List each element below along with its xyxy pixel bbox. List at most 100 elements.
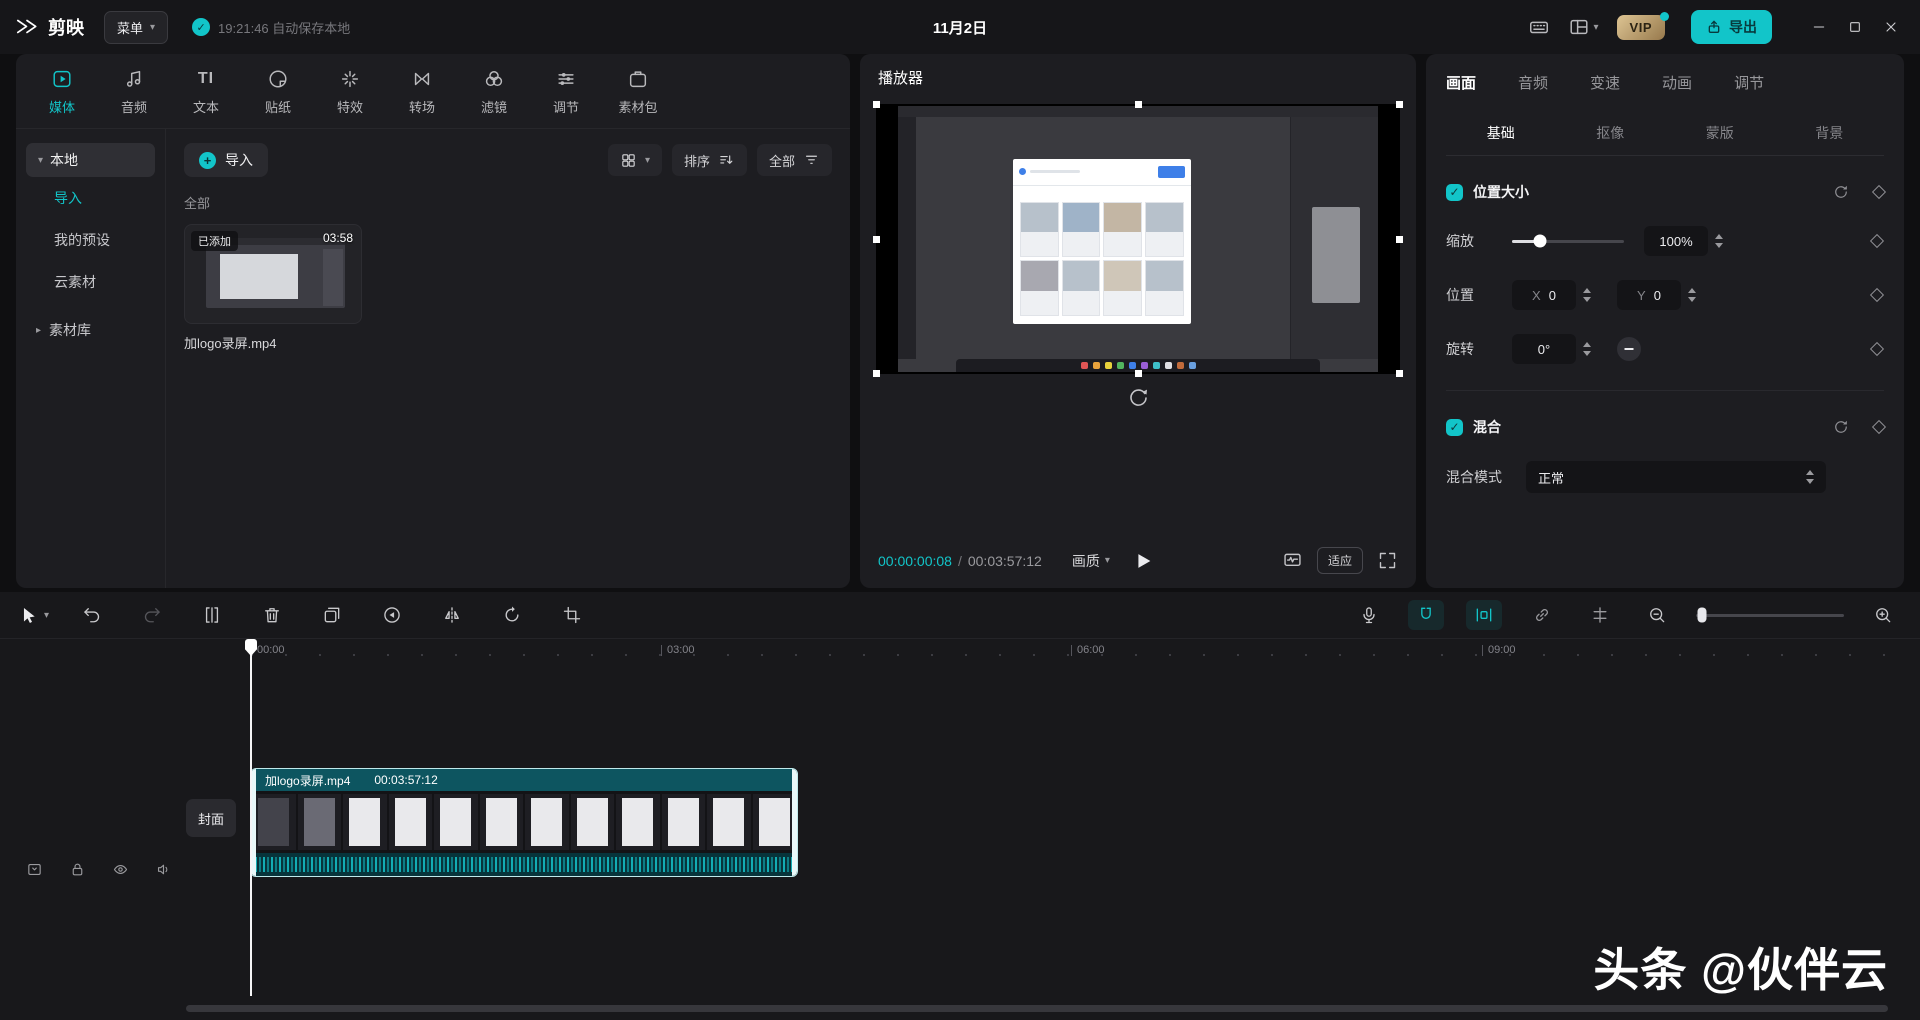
sidebar-item-presets[interactable]: 我的预设 [26,219,155,261]
maximize-button[interactable] [1840,12,1870,42]
tab-transition[interactable]: 转场 [386,62,458,122]
preview-axis-toggle[interactable] [1582,600,1618,630]
resize-handle[interactable] [1396,101,1403,108]
position-x-field[interactable]: X 0 [1512,280,1576,310]
scale-stepper[interactable] [1715,234,1723,248]
tab-sticker[interactable]: 贴纸 [242,62,314,122]
tab-picture[interactable]: 画面 [1446,72,1476,93]
rotate-stepper[interactable] [1583,342,1591,356]
auto-snap-toggle[interactable] [1466,600,1502,630]
tab-material-pack[interactable]: 素材包 [602,62,674,122]
clip-thumbnail[interactable]: 已添加 03:58 [184,224,362,324]
mirror-button[interactable] [435,598,469,632]
sort-button[interactable]: 排序 [672,144,747,176]
subtab-basic[interactable]: 基础 [1446,123,1556,143]
resize-handle[interactable] [1135,101,1142,108]
blend-mode-stepper[interactable] [1806,470,1814,484]
keyframe-diamond-icon[interactable] [1870,234,1884,248]
reset-icon[interactable] [1832,183,1850,201]
blend-mode-dropdown[interactable]: 正常 [1526,461,1826,493]
timeline-tracks[interactable]: 00:00 03:00 06:00 09:00 封面 加logo录屏.mp4 0… [0,639,1920,1020]
sidebar-item-library[interactable]: ▸ 素材库 [26,309,155,351]
tab-audio[interactable]: 音频 [98,62,170,122]
keyframe-diamond-icon[interactable] [1872,420,1886,434]
keyframe-diamond-icon[interactable] [1870,288,1884,302]
filter-all-button[interactable]: 全部 [757,144,832,176]
view-mode-dropdown[interactable]: ▾ [608,144,662,176]
tab-animation[interactable]: 动画 [1662,72,1692,93]
menu-button[interactable]: 菜单 ▾ [104,11,168,44]
resize-handle[interactable] [1135,370,1142,377]
tab-text[interactable]: TI 文本 [170,62,242,122]
vip-badge[interactable]: VIP [1617,15,1665,40]
subtab-mask[interactable]: 蒙版 [1665,123,1775,143]
playhead[interactable] [250,639,252,996]
zoom-slider-knob[interactable] [1698,608,1707,623]
close-button[interactable] [1876,12,1906,42]
scale-value-field[interactable]: 100% [1644,226,1708,256]
tab-adjust[interactable]: 调节 [530,62,602,122]
import-button[interactable]: + 导入 [184,143,268,177]
resize-handle[interactable] [873,370,880,377]
quality-dropdown[interactable]: 画质 ▾ [1072,551,1110,571]
tab-effects[interactable]: 特效 [314,62,386,122]
freeze-frame-button[interactable] [315,598,349,632]
preview-quality-icon[interactable] [1282,550,1303,571]
position-y-stepper[interactable] [1688,288,1696,302]
resize-handle[interactable] [1396,236,1403,243]
slider-knob[interactable] [1534,235,1547,248]
zoom-in-button[interactable] [1866,598,1900,632]
play-button[interactable] [1132,550,1154,572]
tab-media[interactable]: 媒体 [26,62,98,122]
layout-switch-button[interactable]: ▾ [1568,16,1599,38]
minimize-button[interactable] [1804,12,1834,42]
position-y-field[interactable]: Y 0 [1617,280,1681,310]
project-title[interactable]: 11月2日 [933,17,987,38]
rotate-button[interactable] [495,598,529,632]
split-button[interactable] [195,598,229,632]
crop-button[interactable] [555,598,589,632]
timeline-clip[interactable]: 加logo录屏.mp4 00:03:57:12 [251,769,797,876]
rotate-handle-icon[interactable] [1126,386,1150,410]
blend-checkbox[interactable]: ✓ [1446,419,1463,436]
keyframe-diamond-icon[interactable] [1870,342,1884,356]
reverse-button[interactable] [375,598,409,632]
rotate-knob[interactable] [1617,337,1641,361]
main-track-magnet-toggle[interactable] [1408,600,1444,630]
tab-speed[interactable]: 变速 [1590,72,1620,93]
time-ruler[interactable]: 00:00 03:00 06:00 09:00 [0,641,1920,665]
keyframe-diamond-icon[interactable] [1872,185,1886,199]
undo-button[interactable] [75,598,109,632]
sidebar-item-cloud[interactable]: 云素材 [26,261,155,303]
lock-track-icon[interactable] [69,861,86,878]
rotate-value-field[interactable]: 0° [1512,334,1576,364]
shortcuts-keyboard-icon[interactable] [1528,16,1550,38]
record-voiceover-button[interactable] [1352,598,1386,632]
collapse-track-icon[interactable] [26,861,43,878]
redo-button[interactable] [135,598,169,632]
position-x-stepper[interactable] [1583,288,1591,302]
linkage-toggle[interactable] [1524,600,1560,630]
horizontal-scrollbar[interactable] [186,1005,1888,1012]
tab-adjust-props[interactable]: 调节 [1734,72,1764,93]
mute-track-speaker-icon[interactable] [155,861,172,878]
tab-filter[interactable]: 滤镜 [458,62,530,122]
media-clip-card[interactable]: 已添加 03:58 加logo录屏.mp4 [184,224,362,352]
select-tool-dropdown[interactable]: ▾ [20,606,49,625]
scale-slider[interactable] [1512,240,1624,243]
timeline-zoom-slider[interactable] [1696,614,1844,617]
export-button[interactable]: 导出 [1691,10,1772,44]
position-size-checkbox[interactable]: ✓ [1446,184,1463,201]
fit-button[interactable]: 适应 [1317,547,1363,574]
reset-icon[interactable] [1832,418,1850,436]
cover-button[interactable]: 封面 [186,799,236,837]
video-preview[interactable] [876,104,1400,374]
fullscreen-icon[interactable] [1377,550,1398,571]
sidebar-item-local[interactable]: ▾ 本地 [26,143,155,177]
zoom-out-button[interactable] [1640,598,1674,632]
hide-track-eye-icon[interactable] [112,861,129,878]
sidebar-item-import[interactable]: 导入 [26,177,155,219]
tab-audio-props[interactable]: 音频 [1518,72,1548,93]
subtab-cutout[interactable]: 抠像 [1556,123,1666,143]
resize-handle[interactable] [1396,370,1403,377]
